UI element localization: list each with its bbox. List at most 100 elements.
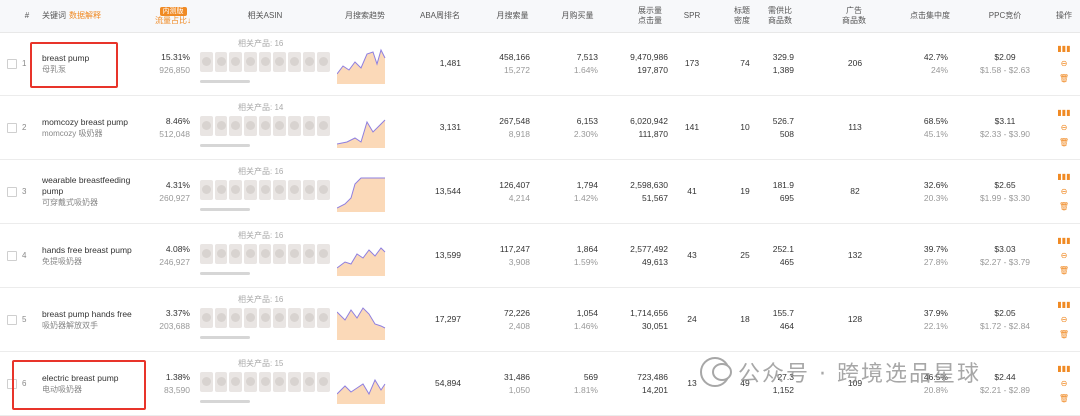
related-asin-cell[interactable]: 相关产品: 16 — [200, 38, 331, 90]
row-checkbox[interactable] — [7, 187, 17, 197]
search-circle-icon[interactable]: ⊖ — [1061, 59, 1068, 68]
product-thumbnail[interactable] — [302, 180, 316, 200]
traffic-share-sort[interactable]: 流量占比↓ — [155, 16, 191, 26]
product-thumbnail[interactable] — [244, 244, 257, 264]
header-ad-products[interactable]: 广告 商品数 — [834, 0, 874, 32]
bar-chart-icon[interactable]: ▮▮▮ — [1057, 364, 1070, 373]
product-thumbnail[interactable] — [302, 116, 316, 136]
search-circle-icon[interactable]: ⊖ — [1061, 379, 1068, 388]
product-thumbnails[interactable] — [200, 52, 331, 76]
product-thumbnail[interactable] — [214, 372, 228, 392]
product-thumbnail[interactable] — [302, 308, 316, 328]
product-thumbnail[interactable] — [214, 52, 228, 72]
keyword-text[interactable]: momcozy breast pump — [42, 117, 128, 128]
product-thumbnail[interactable] — [317, 308, 331, 328]
product-thumbnail[interactable] — [273, 52, 287, 72]
monthly-trend-sparkline[interactable] — [337, 108, 387, 148]
product-thumbnail[interactable] — [288, 244, 301, 264]
product-thumbnail[interactable] — [200, 244, 213, 264]
thumbnail-scrollbar[interactable] — [200, 144, 250, 147]
row-checkbox[interactable] — [7, 123, 17, 133]
table-row[interactable]: 4 hands free breast pump 免提吸奶器 4.08% 246… — [0, 224, 1080, 288]
data-explain-link[interactable]: 数据解释 — [69, 11, 101, 21]
keyword-text[interactable]: hands free breast pump — [42, 245, 132, 256]
product-thumbnail[interactable] — [229, 244, 243, 264]
product-thumbnail[interactable] — [214, 308, 228, 328]
header-supply-ratio[interactable]: 需供比 商品数 — [760, 0, 800, 32]
related-asin-cell[interactable]: 相关产品: 15 — [200, 358, 331, 410]
product-thumbnail[interactable] — [273, 116, 287, 136]
search-circle-icon[interactable]: ⊖ — [1061, 315, 1068, 324]
product-thumbnail[interactable] — [214, 180, 228, 200]
product-thumbnail[interactable] — [200, 52, 213, 72]
header-spr[interactable]: SPR — [680, 0, 704, 32]
product-thumbnail[interactable] — [214, 244, 228, 264]
trash-icon[interactable]: 🗑︎ — [1059, 394, 1069, 403]
product-thumbnail[interactable] — [258, 372, 272, 392]
thumbnail-scrollbar[interactable] — [200, 208, 250, 211]
thumbnail-scrollbar[interactable] — [200, 80, 250, 83]
table-row[interactable]: 1 breast pump 母乳泵 15.31% 926,850 相关产品: 1… — [0, 32, 1080, 96]
keyword-text[interactable]: breast pump hands free — [42, 309, 132, 320]
monthly-trend-sparkline[interactable] — [337, 44, 387, 84]
header-monthly-purchase[interactable]: 月购买量 — [555, 0, 600, 32]
table-row[interactable]: 5 breast pump hands free 吸奶器解放双手 3.37% 2… — [0, 288, 1080, 352]
product-thumbnail[interactable] — [200, 372, 213, 392]
product-thumbnail[interactable] — [229, 52, 243, 72]
product-thumbnail[interactable] — [229, 372, 243, 392]
row-checkbox[interactable] — [7, 315, 17, 325]
thumbnail-scrollbar[interactable] — [200, 272, 250, 275]
product-thumbnail[interactable] — [244, 180, 257, 200]
product-thumbnail[interactable] — [229, 180, 243, 200]
product-thumbnail[interactable] — [273, 372, 287, 392]
product-thumbnail[interactable] — [200, 180, 213, 200]
monthly-trend-sparkline[interactable] — [337, 172, 387, 212]
product-thumbnail[interactable] — [273, 308, 287, 328]
product-thumbnail[interactable] — [302, 244, 316, 264]
product-thumbnail[interactable] — [244, 116, 257, 136]
search-circle-icon[interactable]: ⊖ — [1061, 123, 1068, 132]
product-thumbnail[interactable] — [258, 116, 272, 136]
product-thumbnail[interactable] — [244, 372, 257, 392]
header-traffic-share[interactable]: 内测版 流量占比↓ — [148, 0, 198, 32]
product-thumbnail[interactable] — [288, 372, 301, 392]
product-thumbnail[interactable] — [258, 244, 272, 264]
related-asin-cell[interactable]: 相关产品: 16 — [200, 230, 331, 282]
bar-chart-icon[interactable]: ▮▮▮ — [1057, 172, 1070, 181]
bar-chart-icon[interactable]: ▮▮▮ — [1057, 44, 1070, 53]
product-thumbnail[interactable] — [229, 116, 243, 136]
product-thumbnails[interactable] — [200, 372, 331, 396]
product-thumbnail[interactable] — [317, 180, 331, 200]
bar-chart-icon[interactable]: ▮▮▮ — [1057, 236, 1070, 245]
keyword-text[interactable]: wearable breastfeeding pump — [42, 175, 142, 197]
trash-icon[interactable]: 🗑︎ — [1059, 138, 1069, 147]
monthly-trend-sparkline[interactable] — [337, 300, 387, 340]
product-thumbnail[interactable] — [288, 52, 301, 72]
monthly-trend-sparkline[interactable] — [337, 236, 387, 276]
product-thumbnails[interactable] — [200, 116, 331, 140]
product-thumbnail[interactable] — [229, 308, 243, 328]
product-thumbnail[interactable] — [288, 180, 301, 200]
related-asin-cell[interactable]: 相关产品: 16 — [200, 166, 331, 218]
bar-chart-icon[interactable]: ▮▮▮ — [1057, 108, 1070, 117]
trash-icon[interactable]: 🗑︎ — [1059, 266, 1069, 275]
row-checkbox[interactable] — [7, 59, 17, 69]
trash-icon[interactable]: 🗑︎ — [1059, 202, 1069, 211]
header-ppc-bid[interactable]: PPC竞价 — [975, 0, 1035, 32]
header-title-density[interactable]: 标题 密度 — [730, 0, 754, 32]
product-thumbnail[interactable] — [317, 244, 331, 264]
table-row[interactable]: 2 momcozy breast pump momcozy 吸奶器 8.46% … — [0, 96, 1080, 160]
product-thumbnails[interactable] — [200, 180, 331, 204]
monthly-trend-sparkline[interactable] — [337, 364, 387, 404]
search-circle-icon[interactable]: ⊖ — [1061, 187, 1068, 196]
product-thumbnail[interactable] — [302, 52, 316, 72]
product-thumbnail[interactable] — [302, 372, 316, 392]
product-thumbnail[interactable] — [244, 308, 257, 328]
product-thumbnail[interactable] — [288, 116, 301, 136]
product-thumbnails[interactable] — [200, 308, 331, 332]
product-thumbnail[interactable] — [317, 52, 331, 72]
product-thumbnail[interactable] — [317, 116, 331, 136]
product-thumbnails[interactable] — [200, 244, 331, 268]
header-aba-rank[interactable]: ABA周排名 — [415, 0, 465, 32]
product-thumbnail[interactable] — [258, 52, 272, 72]
